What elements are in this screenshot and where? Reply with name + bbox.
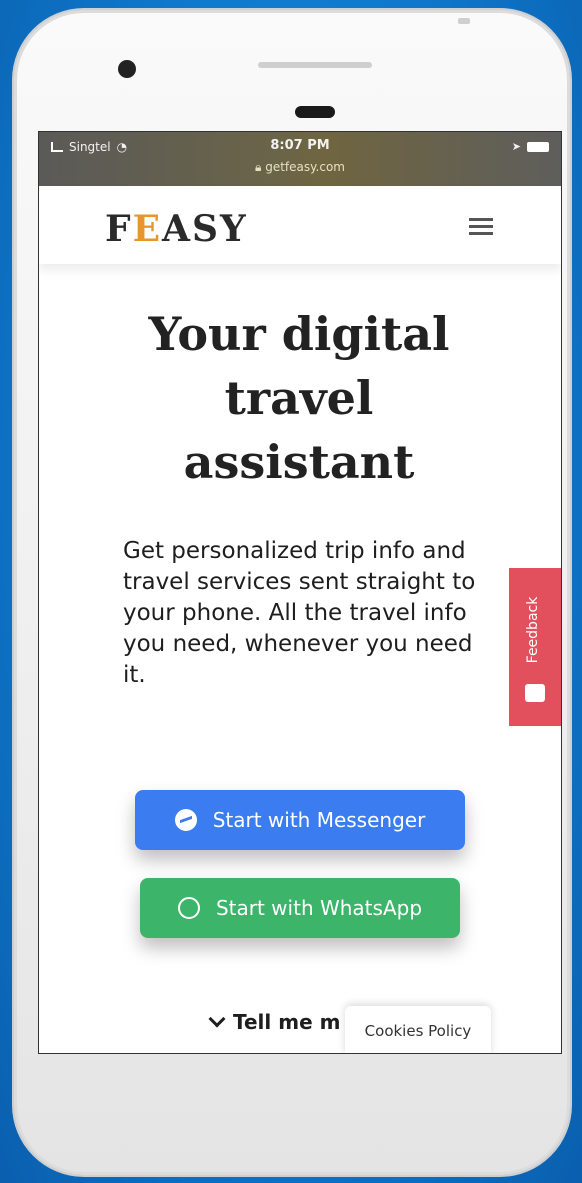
feedback-label: Feedback — [525, 596, 541, 664]
location-arrow-icon: ➤ — [511, 140, 521, 153]
whatsapp-icon — [177, 897, 200, 919]
feedback-icon — [525, 684, 545, 702]
logo-letters-asy: ASY — [162, 208, 248, 250]
logo-letter-f: F — [105, 208, 133, 250]
address-url[interactable]: 🔒︎ getfeasy.com — [39, 160, 561, 175]
start-messenger-button[interactable]: Start with Messenger — [135, 790, 465, 850]
url-text: getfeasy.com — [265, 160, 345, 174]
front-camera — [118, 60, 136, 78]
status-bar: Singtel ◔ 8:07 PM 🔒︎ getfeasy.com ➤ — [39, 132, 561, 186]
hamburger-line — [469, 225, 493, 228]
lock-icon: 🔒︎ — [255, 160, 262, 174]
hamburger-line — [469, 232, 493, 235]
chevron-down-icon — [208, 1010, 226, 1028]
hamburger-icon[interactable] — [469, 218, 493, 238]
proximity-sensor — [295, 106, 335, 118]
start-whatsapp-button[interactable]: Start with WhatsApp — [140, 878, 460, 938]
battery-icon — [527, 141, 549, 152]
messenger-button-label: Start with Messenger — [212, 808, 426, 832]
cookies-policy-label: Cookies Policy — [364, 1022, 472, 1040]
tell-me-more-link[interactable]: Tell me m — [208, 1010, 341, 1034]
cookies-policy-button[interactable]: Cookies Policy — [345, 1006, 491, 1053]
hero-title: Your digital travel assistant — [148, 307, 450, 489]
tell-me-label: Tell me m — [233, 1010, 341, 1034]
earpiece-speaker — [258, 62, 372, 68]
logo-letter-e: E — [132, 208, 163, 250]
whatsapp-button-label: Start with WhatsApp — [215, 896, 423, 920]
site-navbar: FEASY — [39, 186, 561, 264]
status-right: ➤ — [512, 140, 549, 153]
hamburger-line — [469, 218, 493, 221]
messenger-icon — [174, 809, 197, 831]
phone-side-button — [458, 18, 470, 24]
phone-screen: Singtel ◔ 8:07 PM 🔒︎ getfeasy.com ➤ FEAS… — [38, 131, 562, 1054]
feedback-tab[interactable]: Feedback — [509, 568, 561, 726]
feasy-logo[interactable]: FEASY — [105, 208, 248, 250]
hero-subtitle: Get personalized trip info and travel se… — [123, 538, 476, 688]
status-time: 8:07 PM — [270, 138, 330, 153]
